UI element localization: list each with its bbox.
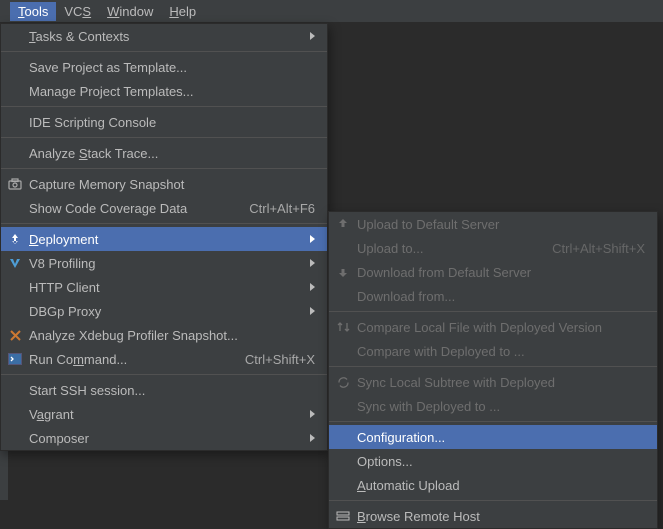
menu-configuration[interactable]: Configuration... [329, 425, 657, 449]
menu-upload-default: Upload to Default Server [329, 212, 657, 236]
menu-sync-deployed: Sync with Deployed to ... [329, 394, 657, 418]
terminal-icon [7, 351, 23, 367]
submenu-arrow-icon [310, 32, 315, 40]
menu-separator [329, 311, 657, 312]
menu-separator [1, 51, 327, 52]
deployment-submenu: Upload to Default Server Upload to... Ct… [328, 211, 658, 529]
menu-show-coverage[interactable]: Show Code Coverage Data Ctrl+Alt+F6 [1, 196, 327, 220]
menubar-window[interactable]: Window [99, 2, 161, 21]
menu-compare-deployed: Compare with Deployed to ... [329, 339, 657, 363]
submenu-arrow-icon [310, 434, 315, 442]
menu-options[interactable]: Options... [329, 449, 657, 473]
menu-separator [1, 137, 327, 138]
menu-deployment[interactable]: Deployment [1, 227, 327, 251]
menu-separator [329, 421, 657, 422]
menu-separator [1, 168, 327, 169]
shortcut-label: Ctrl+Shift+X [245, 352, 315, 367]
v8-icon [7, 255, 23, 271]
menu-download-default: Download from Default Server [329, 260, 657, 284]
menu-upload-to: Upload to... Ctrl+Alt+Shift+X [329, 236, 657, 260]
shortcut-label: Ctrl+Alt+F6 [249, 201, 315, 216]
submenu-arrow-icon [310, 283, 315, 291]
upload-icon [335, 216, 351, 232]
xdebug-icon [7, 327, 23, 343]
menu-composer[interactable]: Composer [1, 426, 327, 450]
menu-separator [329, 366, 657, 367]
sync-icon [335, 374, 351, 390]
menu-http-client[interactable]: HTTP Client [1, 275, 327, 299]
menu-ide-scripting[interactable]: IDE Scripting Console [1, 110, 327, 134]
menu-separator [1, 106, 327, 107]
menu-dbgp-proxy[interactable]: DBGp Proxy [1, 299, 327, 323]
menu-automatic-upload[interactable]: Automatic Upload [329, 473, 657, 497]
menu-separator [1, 223, 327, 224]
menu-vagrant[interactable]: Vagrant [1, 402, 327, 426]
menu-compare-local: Compare Local File with Deployed Version [329, 315, 657, 339]
camera-icon [7, 176, 23, 192]
submenu-arrow-icon [310, 307, 315, 315]
menubar-tools-label: ools [25, 4, 49, 19]
menu-xdebug-profiler[interactable]: Analyze Xdebug Profiler Snapshot... [1, 323, 327, 347]
menu-tasks-contexts[interactable]: Tasks & Contexts [1, 24, 327, 48]
menu-capture-memory[interactable]: Capture Memory Snapshot [1, 172, 327, 196]
deployment-icon [7, 231, 23, 247]
menu-separator [329, 500, 657, 501]
menubar-vcs[interactable]: VCS [56, 2, 99, 21]
menu-sync-local: Sync Local Subtree with Deployed [329, 370, 657, 394]
menu-analyze-stack-trace[interactable]: Analyze Stack Trace... [1, 141, 327, 165]
submenu-arrow-icon [310, 259, 315, 267]
submenu-arrow-icon [310, 410, 315, 418]
menu-start-ssh[interactable]: Start SSH session... [1, 378, 327, 402]
menu-browse-remote[interactable]: Browse Remote Host [329, 504, 657, 528]
download-icon [335, 264, 351, 280]
menu-save-template[interactable]: Save Project as Template... [1, 55, 327, 79]
shortcut-label: Ctrl+Alt+Shift+X [552, 241, 645, 256]
remote-host-icon [335, 508, 351, 524]
menu-separator [1, 374, 327, 375]
menubar-help[interactable]: Help [161, 2, 204, 21]
menubar-tools[interactable]: Tools [10, 2, 56, 21]
menu-download-from: Download from... [329, 284, 657, 308]
menubar: Tools VCS Window Help [0, 0, 663, 23]
submenu-arrow-icon [310, 235, 315, 243]
menu-v8-profiling[interactable]: V8 Profiling [1, 251, 327, 275]
tools-menu: Tasks & Contexts Save Project as Templat… [0, 23, 328, 451]
menu-manage-templates[interactable]: Manage Project Templates... [1, 79, 327, 103]
menu-run-command[interactable]: Run Command... Ctrl+Shift+X [1, 347, 327, 371]
compare-icon [335, 319, 351, 335]
